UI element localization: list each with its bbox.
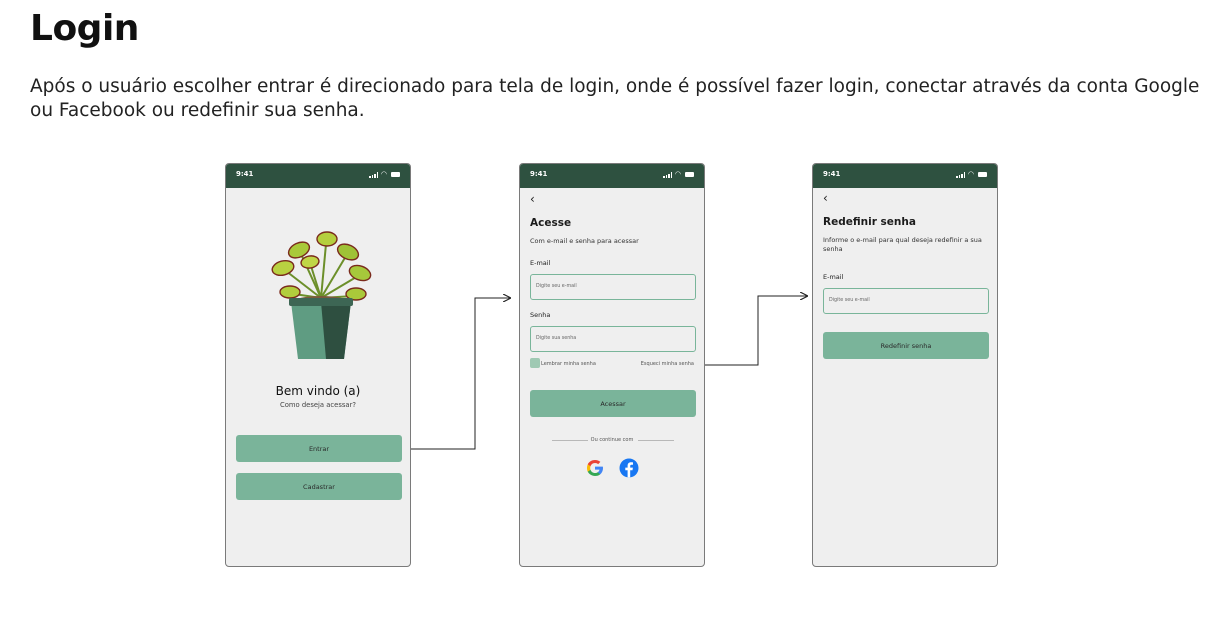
arrow-welcome-to-login [408, 298, 510, 450]
battery-icon [685, 172, 694, 177]
signal-icon [956, 172, 965, 178]
arrow-login-to-reset [700, 296, 807, 366]
enter-button[interactable]: Entrar [236, 435, 402, 462]
facebook-icon[interactable] [619, 458, 639, 478]
register-button[interactable]: Cadastrar [236, 473, 402, 500]
forgot-password-link[interactable]: Esqueci minha senha [641, 361, 694, 367]
email-label: E-mail [823, 273, 844, 281]
email-placeholder: Digite seu e-mail [536, 284, 577, 289]
email-field[interactable]: Digite seu e-mail [823, 288, 989, 314]
status-time: 9:41 [236, 170, 254, 178]
password-field[interactable]: Digite sua senha [530, 326, 696, 352]
wifi-icon: ◠ [967, 170, 974, 178]
reset-subheading: Informe o e-mail para qual deseja redefi… [823, 236, 982, 253]
back-icon[interactable]: ‹ [823, 191, 828, 205]
remember-checkbox[interactable] [530, 358, 540, 368]
password-placeholder: Digite sua senha [536, 336, 577, 341]
phone-reset-screen: 9:41 ◠ ‹ Redefinir senha Informe o e-mai… [812, 163, 998, 567]
status-bar: 9:41 ◠ [813, 164, 997, 188]
access-button[interactable]: Acessar [530, 390, 696, 417]
reset-heading: Redefinir senha [823, 216, 916, 228]
battery-icon [978, 172, 987, 177]
status-time: 9:41 [823, 170, 841, 178]
back-icon[interactable]: ‹ [530, 192, 535, 206]
status-bar: 9:41 ◠ [520, 164, 704, 188]
plant-illustration [271, 231, 372, 359]
signal-icon [663, 172, 672, 178]
email-field[interactable]: Digite seu e-mail [530, 274, 696, 300]
signal-icon [369, 172, 378, 178]
wifi-icon: ◠ [674, 170, 681, 178]
reset-password-button[interactable]: Redefinir senha [823, 332, 989, 359]
phone-login-screen: 9:41 ◠ ‹ Acesse Com e-mail e senha para … [519, 163, 705, 567]
google-icon[interactable] [585, 458, 605, 478]
login-subheading: Com e-mail e senha para acessar [530, 237, 639, 245]
battery-icon [391, 172, 400, 177]
password-label: Senha [530, 311, 551, 319]
welcome-subheading: Como deseja acessar? [279, 401, 356, 409]
welcome-heading: Bem vindo (a) [275, 384, 361, 398]
divider-right [638, 440, 674, 441]
email-label: E-mail [530, 259, 551, 267]
status-time: 9:41 [530, 170, 548, 178]
wifi-icon: ◠ [380, 170, 387, 178]
email-placeholder: Digite seu e-mail [829, 298, 870, 303]
status-bar: 9:41 ◠ [226, 164, 410, 188]
login-heading: Acesse [530, 217, 572, 229]
remember-label: Lembrar minha senha [541, 361, 596, 367]
divider-text: Ou continue com [590, 437, 634, 443]
phone-welcome-screen: 9:41 ◠ Bem vindo (a) Como deseja acessar… [225, 163, 411, 567]
